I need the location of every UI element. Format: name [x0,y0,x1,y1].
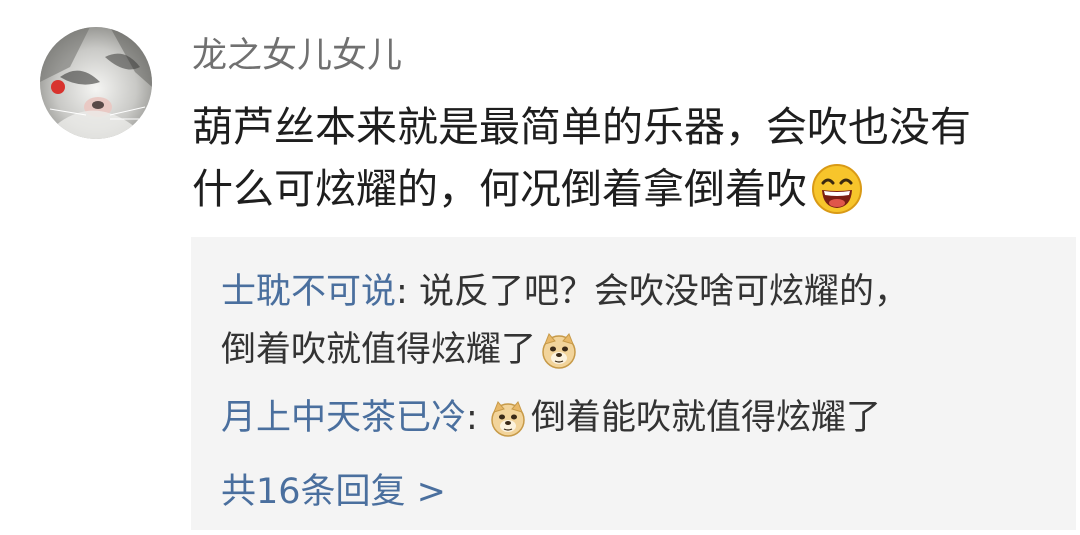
comment-text-line: 什么可炫耀的，何况倒着拿倒着吹 [192,158,1052,220]
laughing-emoji-icon [811,163,863,215]
replies-panel: 士耽不可说: 说反了吧？会吹没啥可炫耀的， 倒着吹就值得炫耀了 月上中天茶已冷: [191,237,1076,530]
doge-emoji-icon [489,398,527,437]
comment-text-line: 葫芦丝本来就是最简单的乐器，会吹也没有 [192,103,971,151]
comment-username[interactable]: 龙之女儿女儿 [192,34,402,78]
reply-line: 倒着吹就值得炫耀了 [221,321,909,379]
reply-item[interactable]: 士耽不可说: 说反了吧？会吹没啥可炫耀的， 倒着吹就值得炫耀了 [221,263,909,379]
comment-text: 葫芦丝本来就是最简单的乐器，会吹也没有 什么可炫耀的，何况倒着拿倒着吹 [192,96,1052,220]
reply-item[interactable]: 月上中天茶已冷: 倒着能吹就值得炫耀了 [221,389,881,447]
comment-text-segment: 什么可炫耀的，何况倒着拿倒着吹 [192,165,807,213]
reply-text: 说反了吧？会吹没啥可炫耀的， [418,272,909,312]
reply-text: 倒着能吹就值得炫耀了 [530,398,881,438]
reply-author[interactable]: 士耽不可说 [221,272,396,312]
reply-line: 士耽不可说: 说反了吧？会吹没啥可炫耀的， [221,263,909,321]
avatar[interactable] [40,27,152,139]
more-replies-link[interactable]: 共16条回复 > [221,467,446,517]
reply-line: 月上中天茶已冷: 倒着能吹就值得炫耀了 [221,389,881,447]
reply-separator: : [466,398,489,438]
doge-emoji-icon [540,330,578,369]
reply-author[interactable]: 月上中天茶已冷 [221,398,466,438]
reply-text: 倒着吹就值得炫耀了 [221,330,537,370]
reply-separator: : [396,272,419,312]
